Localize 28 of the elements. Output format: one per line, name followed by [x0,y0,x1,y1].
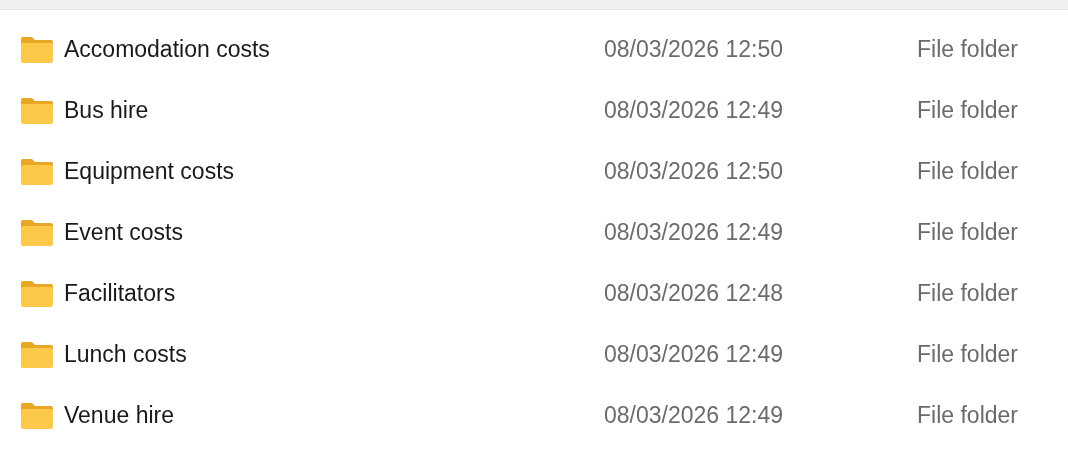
folder-icon [20,96,54,125]
folder-icon [20,279,54,308]
file-type: File folder [917,401,1018,431]
file-name[interactable]: Facilitators [64,276,604,311]
date-modified: 08/03/2026 12:49 [604,401,785,431]
folder-icon [20,340,54,369]
file-name[interactable]: Venue hire [64,398,604,433]
folder-icon [20,218,54,247]
file-name[interactable]: Event costs [64,215,604,250]
date-modified: 08/03/2026 12:49 [604,96,785,126]
file-name[interactable]: Lunch costs [64,337,604,372]
date-modified: 08/03/2026 12:48 [604,279,785,309]
folder-icon [20,401,54,430]
file-type: File folder [917,157,1018,187]
file-type: File folder [917,218,1018,248]
date-modified: 08/03/2026 12:50 [604,35,785,65]
date-modified: 08/03/2026 12:49 [604,218,785,248]
date-modified: 08/03/2026 12:50 [604,157,785,187]
file-name[interactable]: Accomodation costs [64,32,604,67]
file-name[interactable]: Equipment costs [64,154,604,189]
folder-icon [20,35,54,64]
file-type: File folder [917,279,1018,309]
folder-icon [20,157,54,186]
file-type: File folder [917,35,1018,65]
date-modified: 08/03/2026 12:49 [604,340,785,370]
file-type: File folder [917,340,1018,370]
file-type: File folder [917,96,1018,126]
file-name[interactable]: Bus hire [64,93,604,128]
